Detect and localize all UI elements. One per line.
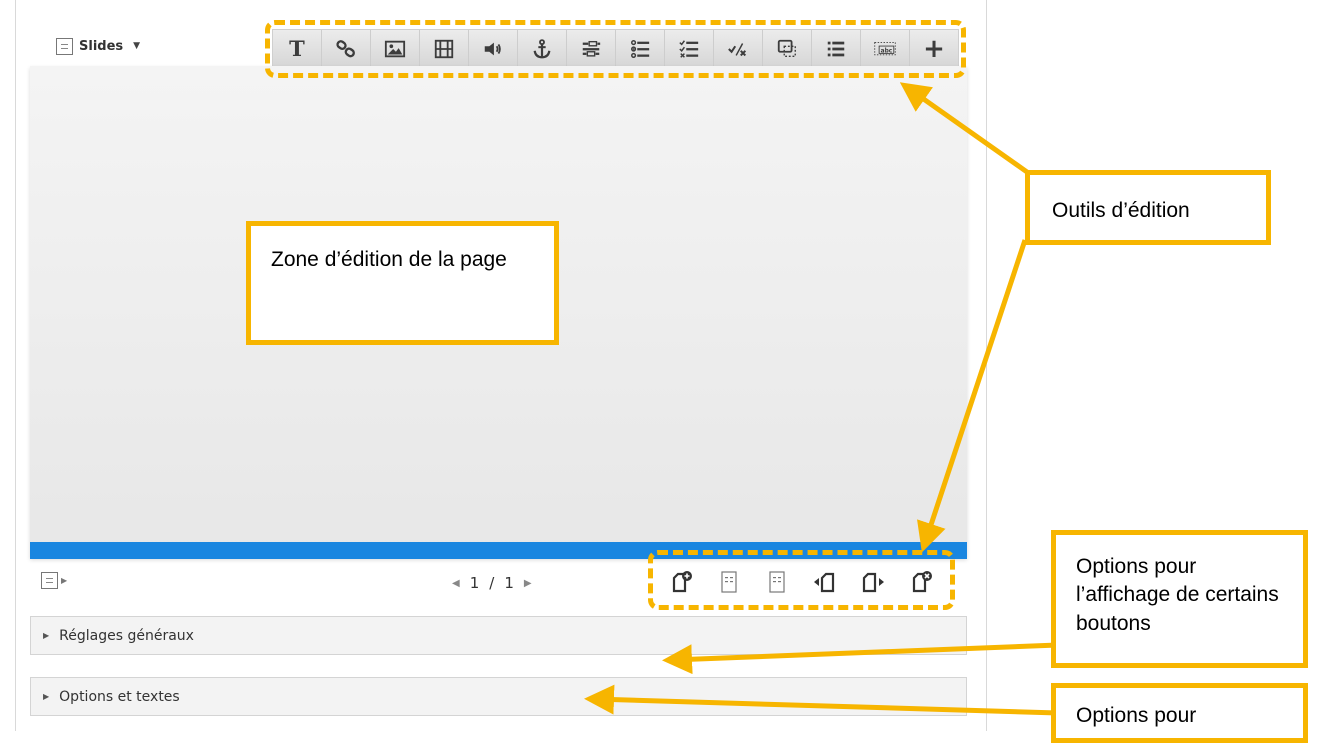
slide-background-button[interactable] xyxy=(705,564,753,600)
audio-icon[interactable] xyxy=(469,30,518,67)
move-slide-right-button[interactable] xyxy=(849,564,897,600)
video-icon[interactable] xyxy=(420,30,469,67)
slide-thumbnails-toggle[interactable]: ▶ xyxy=(41,572,67,589)
slide-tools xyxy=(657,564,945,600)
clone-slide-icon xyxy=(769,571,785,593)
link-icon[interactable] xyxy=(322,30,371,67)
next-slide-icon[interactable]: ▶ xyxy=(524,578,532,589)
callout-outils-edition: Outils d’édition xyxy=(1025,170,1271,245)
text-icon[interactable]: T xyxy=(273,30,322,67)
callout-zone-edition: Zone d’édition de la page xyxy=(246,221,559,345)
slide-background-icon xyxy=(721,571,737,593)
pager-current: 1 xyxy=(469,574,480,592)
single-choice-icon[interactable] xyxy=(616,30,665,67)
slide-pager: ◀ 1 / 1 ▶ xyxy=(452,574,532,592)
section-label: Options et textes xyxy=(59,688,180,705)
slides-title: Slides xyxy=(79,38,124,54)
drag-question-icon[interactable] xyxy=(763,30,812,67)
move-slide-right-icon xyxy=(862,572,884,593)
editing-toolbar: T abc + xyxy=(272,29,959,68)
section-label: Réglages généraux xyxy=(59,627,194,644)
slide-thumbnail-icon xyxy=(41,572,58,589)
summary-icon[interactable] xyxy=(812,30,861,67)
plus-icon[interactable]: + xyxy=(910,30,958,67)
caret-down-icon: ▼ xyxy=(133,41,141,51)
move-slide-left-button[interactable] xyxy=(801,564,849,600)
slide-progress-bar xyxy=(30,542,967,559)
pager-total: 1 xyxy=(504,574,514,592)
svg-text:abc: abc xyxy=(881,48,893,54)
caret-right-icon: ▶ xyxy=(43,631,50,640)
callout-options-affichage: Options pour l’affichage de certains bou… xyxy=(1051,530,1308,668)
move-slide-left-icon xyxy=(814,572,835,593)
pager-separator: / xyxy=(489,574,495,592)
caret-right-icon: ▶ xyxy=(43,692,50,701)
section-options-texts[interactable]: ▶ Options et textes xyxy=(30,677,967,716)
delete-slide-button[interactable] xyxy=(897,564,945,600)
callout-options-pour: Options pour xyxy=(1051,683,1308,743)
section-general-settings[interactable]: ▶ Réglages généraux xyxy=(30,616,967,655)
fill-in-blanks-icon[interactable] xyxy=(567,30,616,67)
image-icon[interactable] xyxy=(371,30,420,67)
slide-thumbnail-icon xyxy=(56,37,73,55)
caret-right-icon: ▶ xyxy=(61,576,68,585)
anchor-icon[interactable] xyxy=(518,30,567,67)
add-slide-button[interactable] xyxy=(657,564,705,600)
drag-text-icon[interactable]: abc xyxy=(861,30,910,67)
delete-slide-icon xyxy=(912,571,932,593)
prev-slide-icon[interactable]: ◀ xyxy=(452,578,460,589)
slides-menu[interactable]: Slides ▼ xyxy=(56,35,140,57)
true-false-icon[interactable] xyxy=(714,30,763,67)
add-slide-icon xyxy=(672,571,692,593)
multiple-choice-icon[interactable] xyxy=(665,30,714,67)
clone-slide-button[interactable] xyxy=(753,564,801,600)
